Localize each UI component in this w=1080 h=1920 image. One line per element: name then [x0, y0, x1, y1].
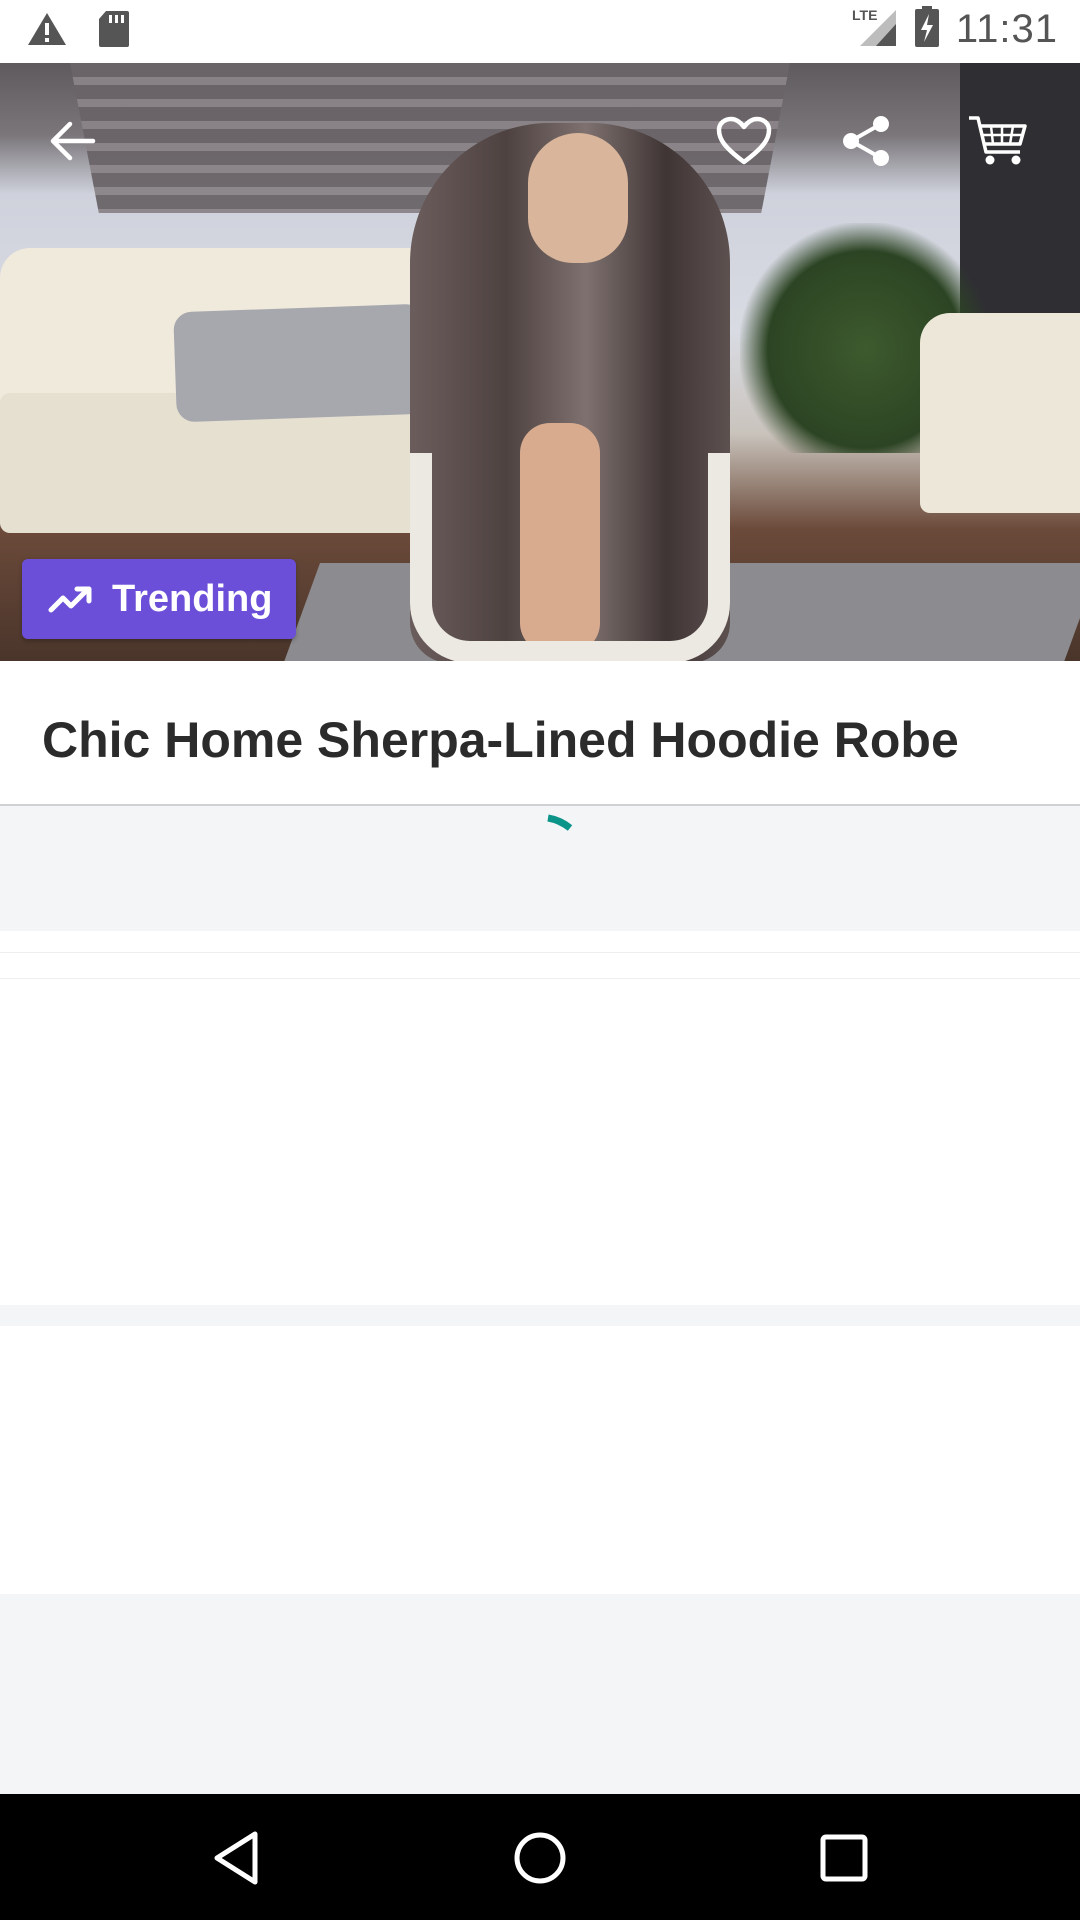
- product-image[interactable]: Trending: [0, 63, 1080, 661]
- robe-trim: [410, 453, 730, 661]
- network-label: LTE: [852, 7, 877, 23]
- nav-recents-button[interactable]: [808, 1822, 880, 1894]
- heart-icon: [716, 116, 772, 165]
- battery-charging-icon: [914, 6, 940, 53]
- back-arrow-icon: [50, 121, 96, 161]
- product-title-block: Chic Home Sherpa-Lined Hoodie Robe: [0, 661, 1080, 806]
- trending-label: Trending: [112, 577, 273, 620]
- status-bar: LTE 11:31: [0, 0, 1080, 63]
- back-triangle-icon: [214, 1831, 258, 1885]
- signal-icon: LTE: [852, 6, 898, 53]
- divider: [0, 953, 1080, 979]
- content-placeholder: [0, 979, 1080, 1305]
- back-button[interactable]: [34, 103, 110, 179]
- status-right: LTE 11:31: [852, 6, 1058, 53]
- sd-card-icon: [98, 10, 130, 53]
- status-left: [26, 10, 130, 53]
- trending-up-icon: [48, 586, 92, 613]
- home-circle-icon: [514, 1832, 566, 1884]
- system-nav-bar: [0, 1794, 1080, 1920]
- face: [528, 133, 628, 263]
- divider: [0, 931, 1080, 953]
- share-icon: [843, 116, 889, 166]
- favorite-button[interactable]: [706, 103, 782, 179]
- nav-back-button[interactable]: [200, 1822, 272, 1894]
- status-time: 11:31: [955, 7, 1058, 51]
- loading-spinner: [546, 814, 574, 839]
- recents-square-icon: [820, 1834, 868, 1882]
- nav-home-button[interactable]: [504, 1822, 576, 1894]
- product-title: Chic Home Sherpa-Lined Hoodie Robe: [42, 712, 959, 768]
- sofa-right: [920, 313, 1080, 513]
- share-button[interactable]: [828, 103, 904, 179]
- loading-panel: [0, 806, 1080, 931]
- alert-icon: [26, 11, 68, 52]
- cart-button[interactable]: [958, 101, 1038, 181]
- content-placeholder: [0, 1326, 1080, 1594]
- spinner-arc-icon: [547, 814, 573, 831]
- trending-badge: Trending: [22, 559, 296, 639]
- pillow: [173, 303, 427, 423]
- cart-icon: [969, 116, 1027, 165]
- product-screen: LTE 11:31 Trending Chic Home Sherpa-Line…: [0, 0, 1080, 1920]
